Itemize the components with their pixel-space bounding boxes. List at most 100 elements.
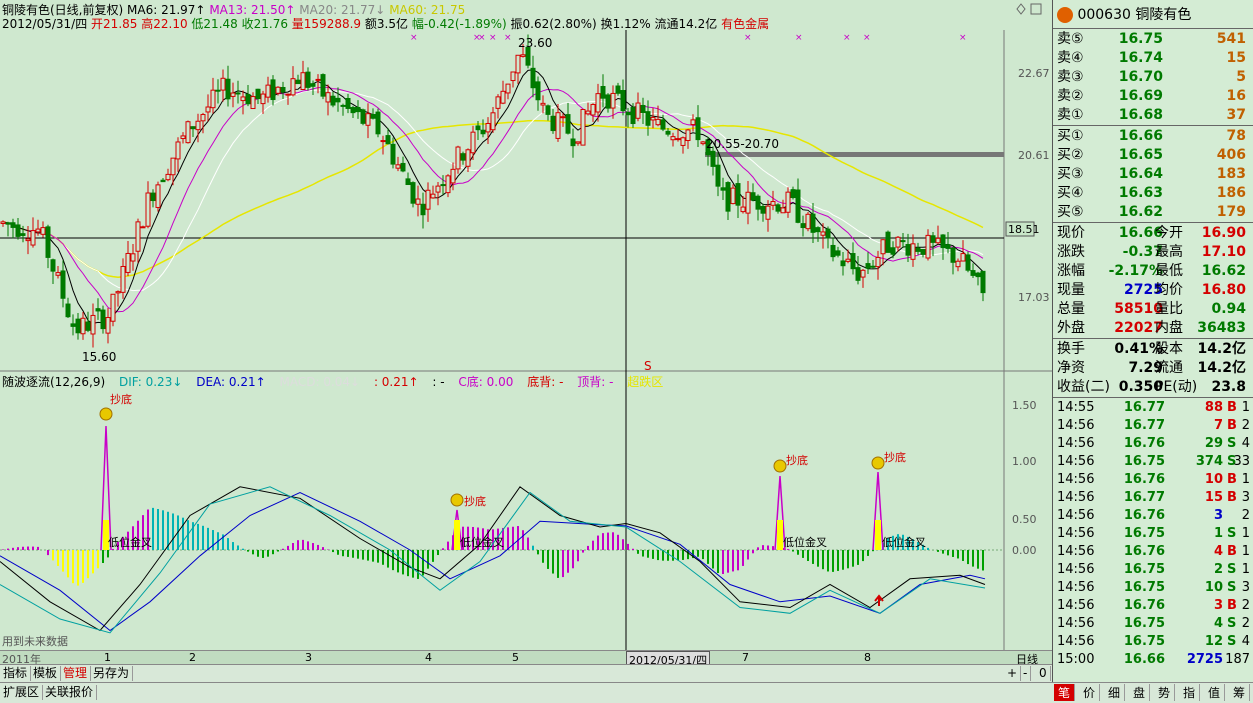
candle (345, 93, 351, 114)
smiley-icon (99, 407, 113, 421)
related-quotes-button[interactable]: 关联报价 (42, 685, 98, 700)
tick-volume: 374 (1195, 454, 1223, 469)
fundamental-value: 7.29 (1128, 360, 1163, 376)
sell-volume: 37 (1226, 107, 1246, 123)
side-tab[interactable]: 细 (1104, 684, 1126, 701)
resistance-band (705, 152, 1004, 157)
candle (220, 69, 226, 102)
fundamental-label: PE(动) (1155, 379, 1198, 395)
candle (245, 85, 251, 107)
manage-button[interactable]: 管理 (60, 666, 92, 681)
macd-value: MACD: 0.04↓ (279, 375, 361, 389)
tick-count: 1 (1241, 400, 1250, 415)
candle (500, 80, 506, 105)
tick-time: 14:56 (1057, 490, 1095, 505)
stock-code-title: 000630 铜陵有色 (1057, 4, 1191, 24)
candle (965, 251, 971, 273)
dea-value: DEA: 0.21↑ (196, 375, 266, 389)
candle (405, 172, 411, 186)
save-as-button[interactable]: 另存为 (90, 666, 134, 681)
kline-chart-panel[interactable]: 铜陵有色(日线,前复权) MA6: 21.97↑ MA13: 21.50↑ MA… (0, 0, 1052, 682)
candle (155, 181, 161, 212)
side-tab[interactable]: 价 (1079, 684, 1101, 701)
buy-volume: 179 (1216, 204, 1246, 220)
candle (250, 92, 256, 110)
candle (440, 175, 446, 195)
indicator-button[interactable]: 指标 (0, 666, 32, 681)
stat-value: 16.80 (1201, 282, 1246, 298)
side-tab[interactable]: 笔 (1054, 684, 1076, 701)
candle (0, 220, 6, 227)
fundamental-value: 0.350 (1118, 379, 1163, 395)
candle (885, 230, 891, 253)
template-button[interactable]: 模板 (30, 666, 62, 681)
tick-count: 4 (1241, 634, 1250, 649)
candle (865, 252, 871, 275)
stat-value: 16.90 (1201, 225, 1246, 241)
candle (970, 263, 976, 279)
reset-button[interactable]: 0 (1036, 666, 1051, 681)
candle (380, 135, 386, 155)
sell-volume: 5 (1236, 69, 1246, 85)
v2-value: : - (432, 375, 445, 389)
candle (415, 185, 421, 217)
candle (470, 125, 476, 160)
candle (180, 132, 186, 144)
tick-time: 14:56 (1057, 544, 1095, 559)
tick-volume: 4 (1213, 616, 1223, 631)
stat-value: 58510 (1114, 301, 1163, 317)
range-mark: 20.55-20.70 (706, 137, 779, 151)
candle (510, 71, 516, 88)
v1-value: : 0.21↑ (373, 375, 419, 389)
candle (560, 113, 566, 127)
candle (575, 141, 581, 146)
tick-price: 16.76 (1123, 598, 1165, 613)
macd-tick-1: 1.50 (1012, 399, 1037, 412)
tick-count: 2 (1241, 616, 1250, 631)
candle (605, 93, 611, 113)
stat-value: -2.17% (1108, 263, 1163, 279)
tick-time: 14:56 (1057, 526, 1095, 541)
fundamental-value: 23.8 (1211, 379, 1246, 395)
candle (95, 298, 101, 320)
bottom-divergence: 底背: - (527, 375, 564, 389)
x-mark: × (504, 33, 512, 43)
extension-area-button[interactable]: 扩展区 (0, 685, 44, 700)
tick-price: 16.77 (1123, 490, 1165, 505)
tick-price: 16.75 (1123, 616, 1165, 631)
candle (280, 81, 286, 99)
candle (190, 126, 196, 138)
side-tab[interactable]: 势 (1154, 684, 1176, 701)
tick-count: 1 (1241, 544, 1250, 559)
candle (40, 221, 46, 238)
candle (850, 242, 856, 275)
buy-row: 买② 16.65 406 (1057, 146, 1250, 164)
side-tab[interactable]: 筹 (1229, 684, 1251, 701)
buy-row: 买③ 16.64 183 (1057, 165, 1250, 183)
macd-tick-4: 0.00 (1012, 544, 1037, 557)
buy-row: 买④ 16.63 186 (1057, 184, 1250, 202)
x-month-4: 4 (425, 651, 432, 664)
tick-row: 14:56 16.77 7 B 2 (1057, 417, 1250, 435)
candle (735, 174, 741, 218)
candle (420, 192, 426, 229)
side-tab[interactable]: 指 (1179, 684, 1201, 701)
tick-volume: 4 (1213, 544, 1223, 559)
buy-row: 买① 16.66 78 (1057, 127, 1250, 145)
side-tab[interactable]: 值 (1204, 684, 1226, 701)
chart-canvas[interactable]: 18.51 22.67 20.61 17.03 × ×× × × × × × × × 23.60… (0, 0, 1052, 650)
zoom-in-button[interactable]: + (1004, 666, 1022, 681)
tick-row: 14:56 16.76 10 B 1 (1057, 471, 1250, 489)
macd-tick-2: 1.00 (1012, 455, 1037, 468)
candle (530, 55, 536, 98)
bottom-label: 抄底 (110, 392, 132, 406)
golden-cross-3: 低位金叉 (783, 535, 827, 549)
candle (635, 92, 641, 122)
zoom-out-button[interactable]: - (1020, 666, 1032, 681)
side-tab[interactable]: 盘 (1129, 684, 1151, 701)
tick-volume: 29 (1204, 436, 1223, 451)
tick-count: 2 (1241, 418, 1250, 433)
sell-volume: 541 (1216, 31, 1246, 47)
candle (230, 82, 236, 108)
candle (685, 128, 691, 149)
